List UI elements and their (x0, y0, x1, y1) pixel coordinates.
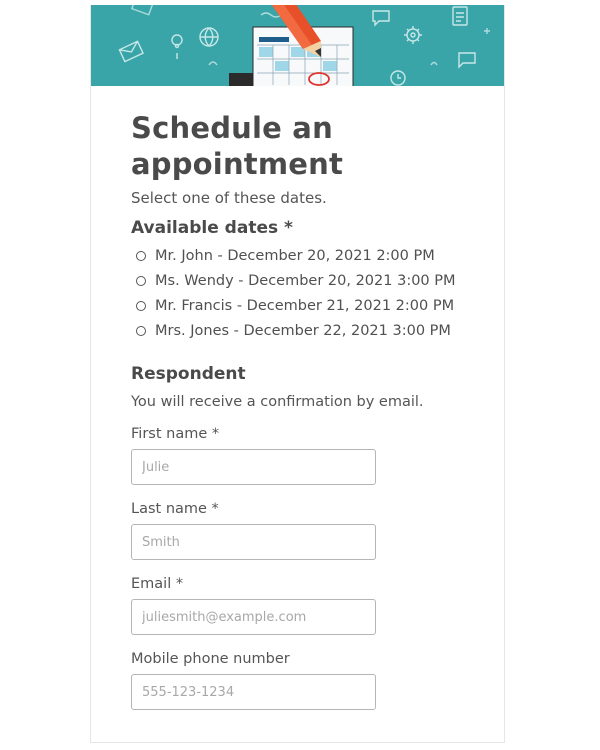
respondent-title: Respondent (131, 364, 246, 384)
radio-button[interactable] (136, 275, 146, 286)
chat-bubble-icon (458, 52, 476, 69)
email-field: Email * (131, 575, 471, 635)
option-label: Mrs. Jones - December 22, 2021 3:00 PM (155, 322, 451, 339)
clock-icon (390, 70, 406, 86)
document-icon (452, 6, 468, 26)
globe-icon (199, 27, 219, 47)
location-pin-icon (171, 34, 183, 59)
date-option-ms-wendy[interactable]: Ms. Wendy - December 20, 2021 3:00 PM (131, 268, 471, 293)
calendar-icon (229, 26, 354, 86)
date-option-mr-john[interactable]: Mr. John - December 20, 2021 2:00 PM (131, 243, 471, 268)
last-name-field: Last name * (131, 500, 471, 560)
mobile-phone-label: Mobile phone number (131, 651, 290, 667)
mobile-phone-input[interactable] (131, 674, 376, 710)
first-name-field: First name * (131, 425, 471, 485)
date-option-mrs-jones[interactable]: Mrs. Jones - December 22, 2021 3:00 PM (131, 318, 471, 343)
form-title: Schedule an appointment (131, 111, 344, 181)
email-label: Email * (131, 576, 184, 592)
radio-button[interactable] (136, 325, 146, 336)
email-input[interactable] (131, 599, 376, 635)
radio-button[interactable] (136, 250, 146, 261)
mobile-phone-field: Mobile phone number (131, 650, 471, 710)
date-option-mr-francis[interactable]: Mr. Francis - December 21, 2021 2:00 PM (131, 293, 471, 318)
option-label: Mr. John - December 20, 2021 2:00 PM (155, 247, 435, 264)
available-dates-options: Mr. John - December 20, 2021 2:00 PM Ms.… (131, 243, 471, 343)
first-name-input[interactable] (131, 449, 376, 485)
available-dates-label: Available dates * (131, 218, 293, 238)
first-name-label: First name * (131, 426, 220, 442)
form-content: Schedule an appointment Select one of th… (131, 86, 471, 710)
form-card: Schedule an appointment Select one of th… (90, 5, 505, 743)
envelope-icon (118, 40, 144, 63)
respondent-fields: First name * Last name * Email * Mobile … (131, 425, 471, 710)
last-name-input[interactable] (131, 524, 376, 560)
option-label: Ms. Wendy - December 20, 2021 3:00 PM (155, 272, 456, 289)
gear-icon (404, 26, 422, 44)
banner-illustration (118, 5, 490, 86)
header-banner (91, 5, 504, 86)
envelope-icon (130, 5, 154, 16)
option-label: Mr. Francis - December 21, 2021 2:00 PM (155, 297, 455, 314)
radio-button[interactable] (136, 300, 146, 311)
form-subtitle: Select one of these dates. (131, 189, 327, 207)
chat-bubble-icon (372, 10, 390, 27)
last-name-label: Last name * (131, 501, 219, 517)
respondent-description: You will receive a confirmation by email… (131, 394, 424, 410)
